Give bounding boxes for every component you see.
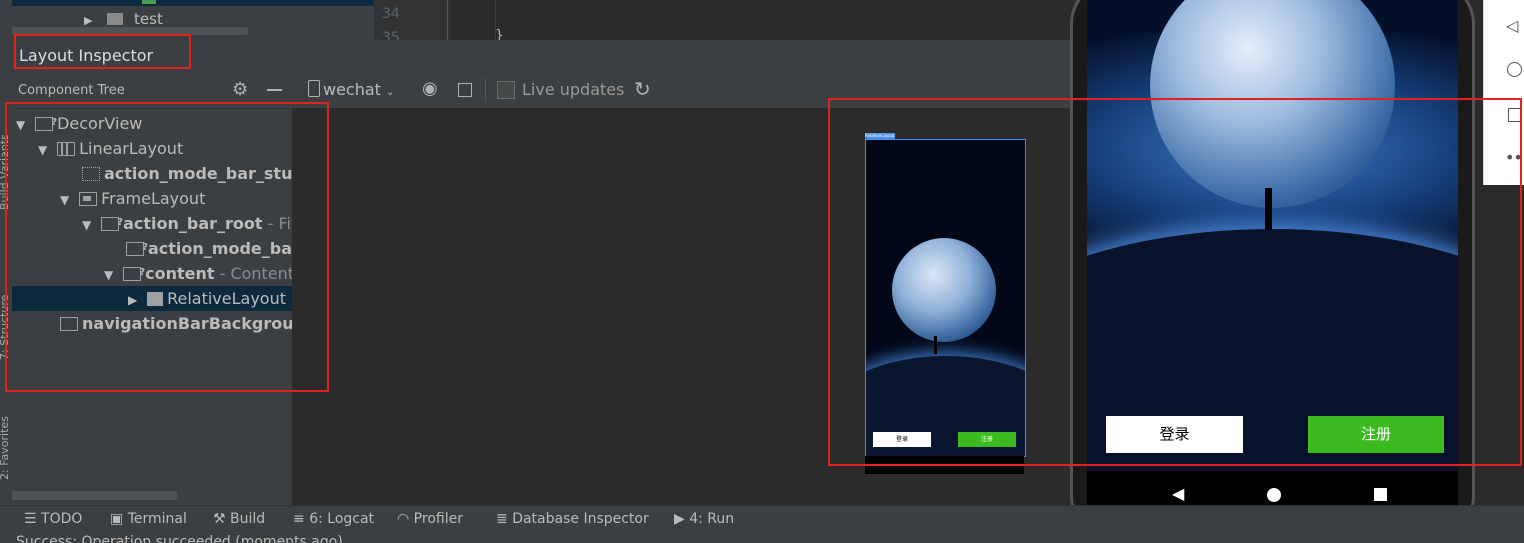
folder-icon bbox=[107, 13, 124, 25]
eye-icon[interactable]: ◉ bbox=[422, 78, 438, 99]
annotation-box-tree bbox=[5, 102, 329, 392]
process-label: wechat bbox=[323, 80, 381, 99]
tab-label: TODO bbox=[41, 511, 83, 527]
file-badge-icon bbox=[142, 0, 156, 4]
component-tree-title: Component Tree bbox=[18, 83, 125, 98]
live-updates-label: Live updates bbox=[522, 80, 625, 99]
tab-label: Terminal bbox=[127, 511, 187, 527]
refresh-icon[interactable]: ↻ bbox=[634, 77, 651, 101]
tab-label: Profiler bbox=[413, 511, 463, 527]
snapshot-icon[interactable] bbox=[458, 83, 472, 97]
home-icon[interactable] bbox=[1267, 488, 1281, 502]
database-icon: ≣ bbox=[496, 511, 513, 527]
editor-gutter: 34 35 bbox=[374, 0, 450, 46]
tab-logcat[interactable]: ≡ 6: Logcat bbox=[293, 511, 374, 527]
terminal-icon: ▣ bbox=[110, 511, 128, 527]
tab-todo[interactable]: ☰ TODO bbox=[24, 511, 82, 527]
status-message: Success: Operation succeeded (moments ag… bbox=[16, 534, 343, 543]
chevron-down-icon: ⌄ bbox=[386, 87, 395, 98]
horizontal-scrollbar[interactable] bbox=[12, 491, 177, 500]
tab-label: 4: Run bbox=[689, 511, 735, 527]
home-icon[interactable] bbox=[1507, 62, 1522, 77]
line-number: 34 bbox=[382, 6, 400, 22]
tab-run[interactable]: ▶ 4: Run bbox=[674, 511, 734, 527]
run-icon: ▶ bbox=[674, 511, 690, 527]
live-updates-checkbox[interactable] bbox=[497, 81, 515, 99]
annotation-box-preview bbox=[828, 98, 1522, 466]
process-selector[interactable]: wechat ⌄ bbox=[308, 80, 394, 99]
tab-profiler[interactable]: ◠ Profiler bbox=[397, 511, 463, 527]
back-icon[interactable]: ◁ bbox=[1506, 16, 1518, 35]
tab-label: 6: Logcat bbox=[309, 511, 375, 527]
gauge-icon: ◠ bbox=[397, 511, 414, 527]
editor-area[interactable]: } bbox=[450, 0, 1070, 44]
project-tree-item-label: test bbox=[134, 10, 163, 28]
minimize-icon[interactable] bbox=[267, 89, 282, 91]
tab-build[interactable]: ⚒ Build bbox=[213, 511, 265, 527]
back-icon[interactable]: ◀ bbox=[1172, 484, 1184, 503]
project-tree-item[interactable]: ▶ test bbox=[84, 10, 163, 28]
device-icon bbox=[308, 80, 320, 97]
logcat-icon: ≡ bbox=[293, 511, 310, 527]
hammer-icon: ⚒ bbox=[213, 511, 231, 527]
tab-label: Database Inspector bbox=[512, 511, 649, 527]
list-icon: ☰ bbox=[24, 511, 42, 527]
favorites-tab[interactable]: 2: Favorites bbox=[0, 416, 11, 480]
gear-icon[interactable]: ⚙ bbox=[232, 79, 248, 100]
annotation-box-title bbox=[14, 34, 191, 69]
tab-database-inspector[interactable]: ≣ Database Inspector bbox=[496, 511, 649, 527]
expand-arrow-icon[interactable]: ▶ bbox=[84, 14, 92, 27]
tab-label: Build bbox=[230, 511, 266, 527]
recents-icon[interactable] bbox=[1374, 488, 1387, 501]
bottom-tool-bar: ☰ TODO ▣ Terminal ⚒ Build ≡ 6: Logcat ◠ … bbox=[0, 505, 1524, 534]
tab-terminal[interactable]: ▣ Terminal bbox=[110, 511, 187, 527]
status-bar: Success: Operation succeeded (moments ag… bbox=[0, 533, 1524, 543]
